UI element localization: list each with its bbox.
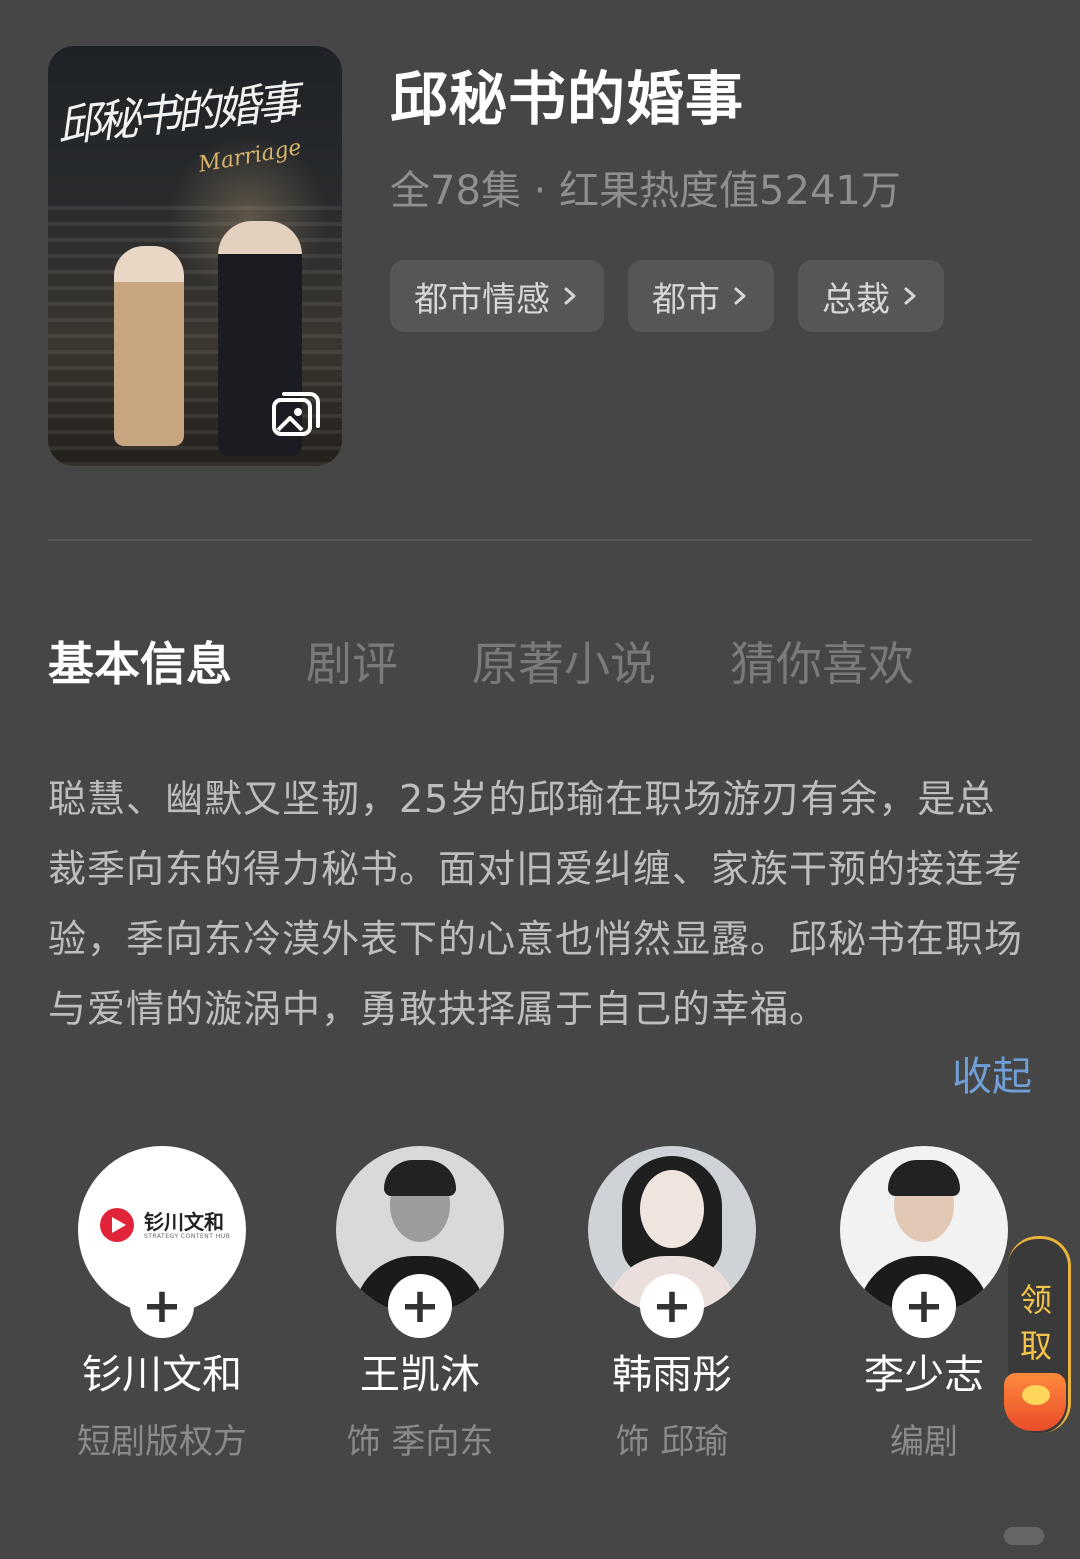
cast-name: 钐川文和 xyxy=(82,1352,242,1398)
avatar-hair xyxy=(888,1160,960,1196)
tag-ceo[interactable]: 总裁 xyxy=(798,260,944,332)
gallery-icon[interactable] xyxy=(270,388,322,440)
show-title: 邱秘书的婚事 xyxy=(390,65,745,133)
cast-role: 饰 邱瑜 xyxy=(615,1422,729,1462)
tab-reviews[interactable]: 剧评 xyxy=(306,628,398,694)
tag-label: 都市 xyxy=(652,279,720,320)
cast-member[interactable]: 钐川文和 STRATEGY CONTENT HUB + 钐川文和 短剧版权方 xyxy=(42,1146,282,1463)
tag-urban-romance[interactable]: 都市情感 xyxy=(390,260,604,332)
studio-logo: 钐川文和 STRATEGY CONTENT HUB xyxy=(100,1208,230,1242)
poster-image[interactable]: 邱秘书的婚事 Marriage xyxy=(48,46,342,466)
tab-bar: 基本信息 剧评 原著小说 猜你喜欢 xyxy=(48,628,988,694)
avatar-hair xyxy=(384,1160,456,1196)
chevron-right-icon xyxy=(564,287,576,305)
reward-label: 领取 xyxy=(1020,1281,1053,1365)
play-logo-icon xyxy=(100,1208,134,1242)
coin-icon xyxy=(1022,1385,1050,1405)
reward-widget[interactable]: 领取 xyxy=(1004,1236,1071,1433)
tag-list: 都市情感 都市 总裁 xyxy=(390,260,944,332)
synopsis-text: 聪慧、幽默又坚韧，25岁的邱瑜在职场游刃有余，是总裁季向东的得力秘书。面对旧爱纠… xyxy=(48,777,1024,1031)
cast-member[interactable]: + 王凯沐 饰 季向东 xyxy=(300,1146,540,1463)
tab-recommendations[interactable]: 猜你喜欢 xyxy=(730,628,914,694)
logo-subtext: STRATEGY CONTENT HUB xyxy=(144,1232,231,1240)
chevron-right-icon xyxy=(904,287,916,305)
watermark xyxy=(1004,1527,1044,1545)
poster-figure-woman xyxy=(114,246,184,446)
avatar-face xyxy=(640,1170,704,1248)
cast-role: 饰 季向东 xyxy=(346,1422,494,1462)
follow-plus-icon[interactable]: + xyxy=(640,1274,704,1338)
collapse-link[interactable]: 收起 xyxy=(952,1044,1032,1102)
tag-label: 总裁 xyxy=(822,279,890,320)
divider xyxy=(48,539,1032,541)
follow-plus-icon[interactable]: + xyxy=(388,1274,452,1338)
cast-name: 王凯沐 xyxy=(360,1352,480,1398)
tab-original-novel[interactable]: 原著小说 xyxy=(472,628,656,694)
cast-role: 编剧 xyxy=(890,1422,958,1462)
follow-plus-icon[interactable]: + xyxy=(130,1274,194,1338)
chevron-right-icon xyxy=(734,287,746,305)
show-meta: 全78集 · 红果热度值5241万 xyxy=(390,168,901,214)
follow-plus-icon[interactable]: + xyxy=(892,1274,956,1338)
tag-label: 都市情感 xyxy=(414,279,550,320)
tag-urban[interactable]: 都市 xyxy=(628,260,774,332)
cast-member[interactable]: + 韩雨彤 饰 邱瑜 xyxy=(552,1146,792,1463)
cast-name: 韩雨彤 xyxy=(612,1352,732,1398)
cast-role: 短剧版权方 xyxy=(77,1422,247,1462)
tab-basic-info[interactable]: 基本信息 xyxy=(48,628,232,694)
logo-text: 钐川文和 xyxy=(144,1209,224,1234)
